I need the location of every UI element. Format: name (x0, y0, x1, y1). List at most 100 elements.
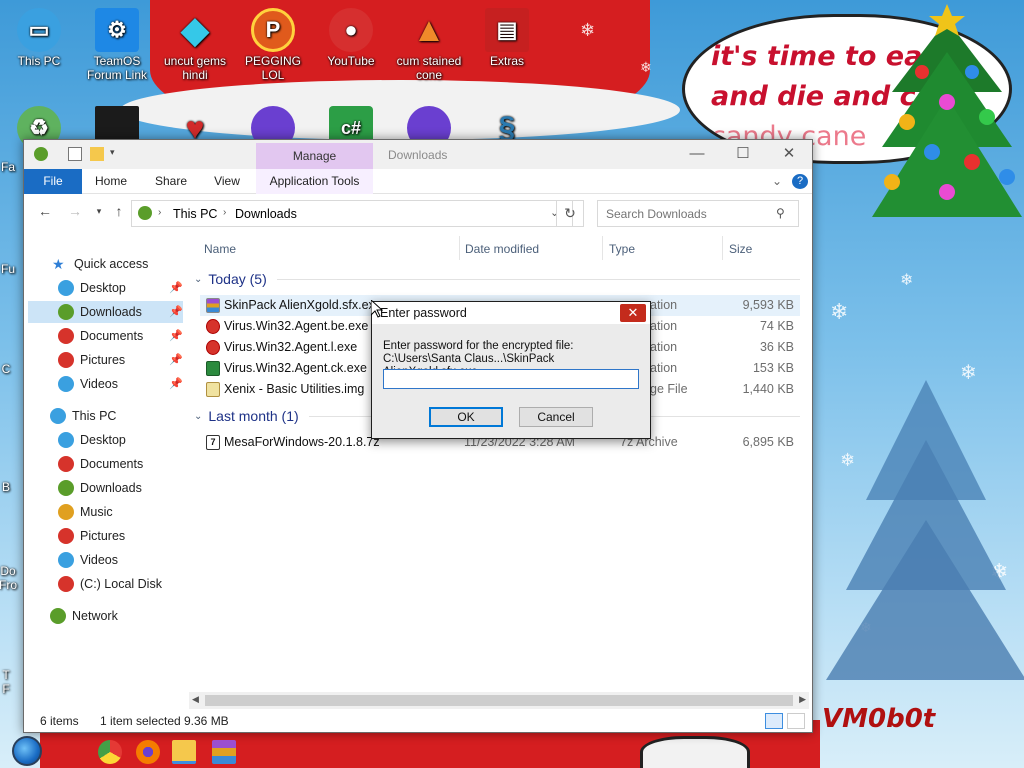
chevron-down-icon: ⌄ (194, 273, 203, 285)
refresh-button[interactable]: ↻ (556, 200, 584, 227)
desktop-folder-icon (58, 432, 74, 448)
group-divider (276, 278, 800, 280)
dialog-close-button[interactable]: ✕ (620, 304, 646, 322)
maximize-button[interactable]: ☐ (720, 142, 766, 166)
column-header-date[interactable]: Date modified (465, 242, 539, 256)
column-header-size[interactable]: Size (729, 242, 752, 256)
desktop-icon-this-pc[interactable]: ▭ This PC (0, 8, 78, 68)
dialog-title-bar[interactable]: Enter password ✕ (372, 302, 650, 324)
file-type: ge File (650, 382, 688, 396)
desktop-icon-teamos[interactable]: ⚙ TeamOS Forum Link (78, 8, 156, 82)
nav-quick-pictures[interactable]: Pictures (58, 349, 125, 371)
desktop-icon-label: uncut gems hindi (163, 54, 227, 82)
pin-icon[interactable]: 📌 (169, 306, 183, 318)
traffic-cone-icon: ▲ (412, 11, 446, 49)
close-button[interactable]: ✕ (766, 142, 812, 166)
desktop-icon-youtube[interactable]: ● YouTube (312, 8, 390, 68)
column-header-type[interactable]: Type (609, 242, 635, 256)
minimize-button[interactable]: — (674, 142, 720, 166)
column-separator[interactable] (459, 236, 460, 260)
help-icon[interactable]: ? (792, 174, 808, 189)
up-button[interactable]: ↑ (110, 202, 128, 220)
nav-label: Pictures (80, 529, 126, 543)
cancel-button[interactable]: Cancel (519, 407, 593, 427)
expand-ribbon-icon[interactable]: ⌄ (768, 169, 786, 194)
nav-this-pc[interactable]: This PC (50, 405, 116, 427)
nav-quick-desktop[interactable]: Desktop (58, 277, 126, 299)
search-input[interactable] (597, 200, 799, 227)
christmas-tree-icon (872, 4, 1022, 217)
title-bar[interactable]: ▾ Manage Downloads — ☐ ✕ (24, 140, 812, 170)
scroll-thumb[interactable] (205, 695, 793, 706)
nav-label: (C:) Local Disk (80, 577, 162, 591)
nav-quick-documents[interactable]: Documents (58, 325, 143, 347)
pin-icon[interactable]: 📌 (169, 282, 183, 294)
recent-locations-button[interactable]: ▾ (90, 202, 108, 220)
nav-quick-access[interactable]: ★ Quick access (52, 253, 148, 275)
file-name: Xenix - Basic Utilities.img (224, 382, 365, 396)
ok-button[interactable]: OK (429, 407, 503, 427)
nav-pc-music[interactable]: Music (58, 501, 113, 523)
nav-pc-videos[interactable]: Videos (58, 549, 118, 571)
desktop-icon-uncut-gems[interactable]: ◆ uncut gems hindi (156, 8, 234, 83)
red-orb-icon (206, 319, 220, 334)
tab-share[interactable]: Share (146, 169, 196, 194)
new-folder-icon[interactable] (90, 147, 104, 161)
firefox-icon[interactable] (136, 740, 160, 764)
large-icons-view-icon[interactable] (787, 713, 805, 729)
breadcrumb-this-pc[interactable]: This PC (173, 207, 217, 221)
nav-pc-documents[interactable]: Documents (58, 453, 143, 475)
start-button-icon[interactable] (12, 736, 42, 766)
tab-application-tools[interactable]: Application Tools (256, 169, 373, 194)
scroll-right-icon[interactable]: ▶ (799, 694, 806, 705)
column-separator[interactable] (722, 236, 723, 260)
file-explorer-icon[interactable] (172, 740, 196, 764)
nav-quick-downloads[interactable]: Downloads (58, 301, 142, 323)
status-selected-count: 1 item selected (100, 714, 181, 728)
ribbon-tabs: File Home Share View Application Tools ⌄… (24, 169, 812, 194)
tab-view[interactable]: View (202, 169, 252, 194)
nav-pc-downloads[interactable]: Downloads (58, 477, 142, 499)
downloads-folder-icon (58, 480, 74, 496)
nav-quick-videos[interactable]: Videos (58, 373, 118, 395)
address-bar[interactable]: › This PC › Downloads ⌄ (131, 200, 573, 227)
back-button[interactable]: ← (36, 202, 54, 220)
group-label: Last month (1) (208, 408, 299, 424)
nav-network[interactable]: Network (50, 605, 118, 627)
desktop-icon-extras[interactable]: ▤ Extras (468, 8, 546, 68)
password-field[interactable] (383, 369, 639, 389)
chrome-icon[interactable] (98, 740, 122, 764)
details-view-icon[interactable] (765, 713, 783, 729)
nav-pc-pictures[interactable]: Pictures (58, 525, 125, 547)
tab-manage[interactable]: Manage (256, 143, 373, 170)
pin-icon[interactable]: 📌 (169, 378, 183, 390)
desktop-icon-pegging[interactable]: P PEGGING LOL (234, 8, 312, 82)
forward-button[interactable]: → (66, 202, 84, 220)
column-header-name[interactable]: Name (204, 242, 236, 256)
file-type: ation (650, 340, 678, 354)
column-separator[interactable] (602, 236, 603, 260)
nav-pc-local-disk[interactable]: (C:) Local Disk (58, 573, 162, 595)
pin-icon[interactable]: 📌 (169, 354, 183, 366)
mouse-cursor-icon (371, 300, 383, 318)
angry-bird-icon: ● (329, 8, 373, 52)
desktop-icon-cone[interactable]: ▲ cum stained cone (390, 8, 468, 82)
chevron-down-icon[interactable]: ▾ (110, 147, 124, 161)
nav-label: Downloads (80, 305, 142, 319)
nav-pc-desktop[interactable]: Desktop (58, 429, 126, 451)
location-icon (138, 206, 152, 220)
tab-file[interactable]: File (24, 169, 82, 194)
p-logo-icon: P (251, 8, 295, 52)
horizontal-scrollbar[interactable]: ◀ ▶ (189, 692, 809, 709)
pin-icon[interactable]: 📌 (169, 330, 183, 342)
desktop-icon-label: TeamOS Forum Link (86, 54, 148, 82)
scroll-left-icon[interactable]: ◀ (192, 694, 199, 705)
breadcrumb-downloads[interactable]: Downloads (235, 207, 297, 221)
properties-icon[interactable] (68, 147, 82, 161)
nav-label: Videos (80, 553, 118, 567)
file-size: 74 KB (759, 319, 794, 333)
group-header-today[interactable]: ⌄ Today (5) (194, 271, 800, 287)
local-disk-icon (58, 576, 74, 592)
tab-home[interactable]: Home (86, 169, 136, 194)
winrar-icon[interactable] (212, 740, 236, 764)
